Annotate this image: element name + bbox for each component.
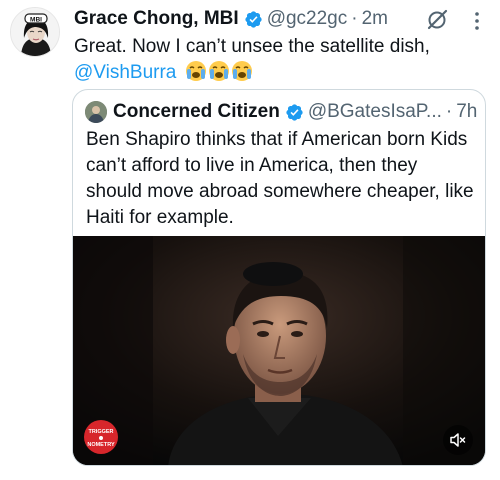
- author-avatar[interactable]: MBI: [10, 7, 60, 57]
- grok-icon[interactable]: [424, 7, 450, 33]
- tweet[interactable]: MBI Grace Chong, MBI @gc22gc · 2m Great.…: [0, 0, 500, 480]
- tweet-header: Grace Chong, MBI @gc22gc · 2m: [74, 6, 388, 32]
- mention-link[interactable]: @VishBurra: [74, 62, 176, 83]
- quoted-avatar-illustration: [85, 101, 107, 123]
- speaker-muted-icon: [450, 433, 466, 447]
- avatar-badge-text: MBI: [30, 16, 42, 23]
- logo-text-top: TRIGGER: [88, 429, 113, 435]
- quoted-tweet[interactable]: Concerned Citizen @BGatesIsaP... · 7h Be…: [72, 89, 486, 466]
- verified-badge-icon: [245, 10, 262, 28]
- quoted-video[interactable]: TRIGGER NOMETRY: [73, 236, 485, 465]
- quoted-author-name[interactable]: Concerned Citizen: [113, 101, 280, 123]
- more-options-icon[interactable]: [466, 8, 488, 34]
- author-handle[interactable]: @gc22gc: [267, 8, 348, 30]
- quoted-tweet-header: Concerned Citizen @BGatesIsaP... · 7h: [85, 99, 477, 125]
- tweet-text-body: Great. Now I can’t unsee the satellite d…: [74, 36, 430, 57]
- mute-button[interactable]: [443, 425, 473, 455]
- trigger-logo: TRIGGER NOMETRY: [83, 419, 119, 455]
- quoted-timestamp[interactable]: 7h: [456, 101, 477, 123]
- emoji-group: [185, 60, 253, 82]
- quoted-verified-badge-icon: [286, 103, 303, 121]
- loudly-crying-face-icon: [185, 61, 206, 81]
- quoted-separator-dot: ·: [445, 101, 453, 122]
- quoted-tweet-text: Ben Shapiro thinks that if American born…: [86, 129, 474, 228]
- separator-dot: ·: [351, 8, 358, 29]
- tweet-text: Great. Now I can’t unsee the satellite d…: [74, 34, 484, 86]
- author-name[interactable]: Grace Chong, MBI: [74, 8, 239, 30]
- avatar-illustration: MBI: [11, 8, 59, 56]
- timestamp[interactable]: 2m: [362, 8, 388, 30]
- video-frame-illustration: [73, 236, 485, 465]
- quoted-author-handle[interactable]: @BGatesIsaP...: [308, 101, 442, 123]
- loudly-crying-face-icon: [231, 61, 252, 81]
- logo-text-bottom: NOMETRY: [87, 442, 115, 448]
- loudly-crying-face-icon: [208, 61, 229, 81]
- quoted-author-avatar[interactable]: [85, 101, 107, 123]
